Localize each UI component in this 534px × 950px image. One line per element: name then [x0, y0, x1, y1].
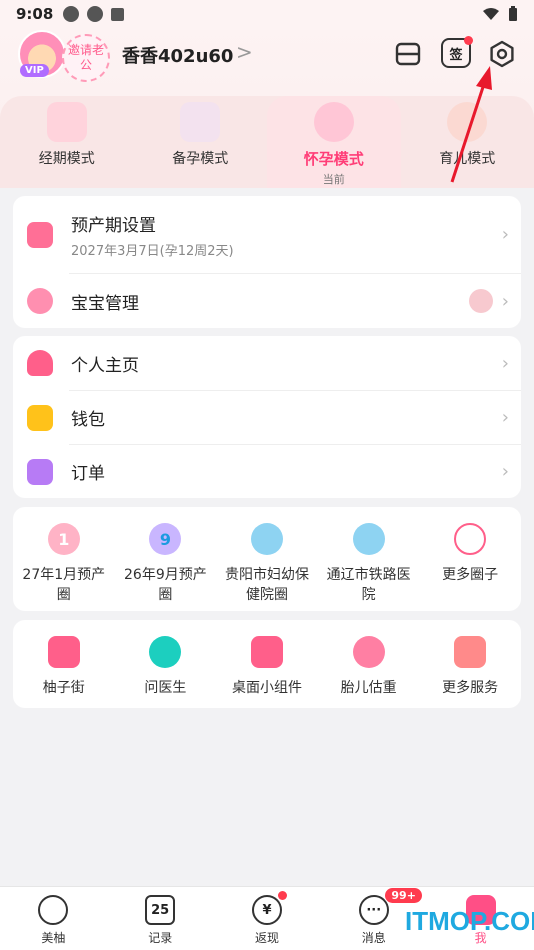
tab-prepare-pregnancy-mode[interactable]: 备孕模式 — [134, 96, 268, 188]
wallet-row[interactable]: 钱包 › — [13, 391, 521, 444]
notification-dot — [464, 36, 473, 45]
tab-label: 记录 — [148, 931, 173, 945]
chevron-right-icon: › — [501, 290, 509, 312]
more-circles-item[interactable]: 更多圈子 — [419, 523, 521, 605]
mode-label: 备孕模式 — [172, 151, 229, 167]
circle-label: 贵阳市妇幼保健院圈 — [224, 567, 309, 603]
app-notification-icon — [63, 6, 80, 22]
scale-icon — [352, 636, 385, 668]
pregnancy-settings-card: 预产期设置 2027年3月7日(孕12周2天) › 宝宝管理 › — [13, 196, 521, 328]
due-date-value: 2027年3月7日(孕12周2天) — [71, 243, 234, 259]
hospital-icon — [250, 523, 283, 555]
baby-avatar — [469, 289, 493, 313]
due-date-label: 预产期设置 — [71, 215, 156, 236]
invite-husband-button[interactable]: 邀请老公 — [62, 34, 110, 82]
circle-label: 26年9月预产圈 — [124, 567, 207, 603]
tab-label: 消息 — [361, 931, 386, 945]
chevron-right-icon[interactable]: > — [236, 40, 253, 64]
pregnant-woman-icon — [313, 102, 354, 142]
battery-icon — [509, 6, 517, 21]
yuan-icon: ¥ — [251, 895, 282, 925]
service-label: 胎儿估重 — [340, 680, 397, 696]
status-time: 9:08 — [16, 5, 54, 23]
account-card: 个人主页 › 钱包 › 订单 › — [13, 336, 521, 498]
chevron-right-icon: › — [501, 407, 509, 428]
due-date-settings-row[interactable]: 预产期设置 2027年3月7日(孕12周2天) › — [13, 196, 521, 273]
service-label: 桌面小组件 — [231, 680, 302, 696]
row-label: 订单 — [71, 464, 105, 484]
mother-baby-icon — [447, 102, 488, 142]
calendar-heart-icon — [27, 221, 53, 248]
mode-tabs: 经期模式 备孕模式 怀孕模式 当前 育儿模式 — [0, 96, 534, 188]
doctor-chat-icon — [149, 636, 182, 668]
current-mode-tag: 当前 — [322, 173, 345, 186]
wallet-icon — [27, 404, 53, 431]
row-label: 钱包 — [71, 410, 105, 430]
app-notification-icon — [87, 6, 104, 22]
order-list-icon — [27, 458, 53, 485]
chevron-right-icon: › — [501, 224, 509, 245]
shopping-bag-icon — [47, 636, 80, 668]
mode-label: 育儿模式 — [439, 151, 496, 167]
tab-cashback[interactable]: ¥ 返现 — [214, 887, 321, 950]
more-services-item[interactable]: 更多服务 — [419, 636, 521, 698]
chevron-right-icon: › — [501, 352, 509, 374]
settings-icon[interactable] — [488, 40, 516, 68]
tab-label: 美柚 — [41, 931, 66, 945]
service-label: 更多服务 — [442, 680, 499, 696]
baby-management-label: 宝宝管理 — [71, 293, 139, 314]
circle-label: 更多圈子 — [442, 567, 499, 583]
wifi-icon — [483, 8, 499, 20]
baby-management-row[interactable]: 宝宝管理 › — [13, 274, 521, 328]
test-stick-icon — [180, 102, 221, 142]
username[interactable]: 香香402u60 — [122, 42, 233, 68]
watermark: ITMOP.COM — [405, 906, 534, 936]
circle-label: 通辽市铁路医院 — [326, 567, 411, 603]
person-icon — [27, 350, 53, 376]
grid-icon — [454, 636, 487, 668]
app-notification-icon — [111, 7, 125, 21]
circle-item[interactable]: 贵阳市妇幼保健院圈 — [216, 523, 318, 605]
profile-header: VIP 邀请老公 香香402u60 > 签 经期模式 备孕模式 怀孕模式 当前 … — [0, 28, 534, 188]
orders-row[interactable]: 订单 › — [13, 445, 521, 498]
widget-icon — [250, 636, 283, 668]
service-item[interactable]: 胎儿估重 — [318, 636, 420, 698]
home-icon — [38, 895, 69, 925]
service-label: 柚子街 — [42, 680, 85, 696]
status-bar: 9:08 — [0, 0, 534, 28]
circle-item[interactable]: 1 27年1月预产圈 — [13, 523, 115, 605]
circle-label: 27年1月预产圈 — [22, 567, 106, 603]
service-item[interactable]: 柚子街 — [13, 636, 115, 698]
flower-icon — [454, 523, 487, 555]
tab-pregnancy-mode[interactable]: 怀孕模式 当前 — [267, 96, 401, 188]
tab-label: 返现 — [254, 931, 279, 945]
circle-item[interactable]: 9 26年9月预产圈 — [115, 523, 217, 605]
row-label: 个人主页 — [71, 355, 139, 376]
tab-parenting-mode[interactable]: 育儿模式 — [401, 96, 534, 188]
circle-number-icon: 9 — [149, 523, 182, 555]
tab-record[interactable]: 25 记录 — [107, 887, 214, 950]
scan-icon[interactable] — [394, 40, 422, 68]
services-card: 柚子街 问医生 桌面小组件 胎儿估重 更多服务 — [13, 620, 521, 708]
notification-dot — [277, 891, 287, 900]
calendar-icon — [46, 102, 87, 142]
mode-label: 怀孕模式 — [303, 150, 364, 168]
tab-meiyou[interactable]: 美柚 — [0, 887, 107, 950]
hospital-icon — [352, 523, 385, 555]
service-label: 问医生 — [144, 680, 187, 696]
personal-homepage-row[interactable]: 个人主页 › — [13, 336, 521, 390]
calendar-icon: 25 — [145, 895, 176, 925]
unread-badge: 99+ — [384, 887, 423, 904]
circle-item[interactable]: 通辽市铁路医院 — [318, 523, 420, 605]
service-item[interactable]: 问医生 — [115, 636, 217, 698]
circle-number-icon: 1 — [47, 523, 80, 555]
chevron-right-icon: › — [501, 461, 509, 482]
mode-label: 经期模式 — [38, 151, 95, 167]
service-item[interactable]: 桌面小组件 — [216, 636, 318, 698]
circles-card: 1 27年1月预产圈 9 26年9月预产圈 贵阳市妇幼保健院圈 通辽市铁路医院 … — [13, 507, 521, 611]
vip-badge: VIP — [20, 64, 49, 77]
tab-period-mode[interactable]: 经期模式 — [0, 96, 134, 188]
baby-face-icon — [27, 288, 53, 314]
